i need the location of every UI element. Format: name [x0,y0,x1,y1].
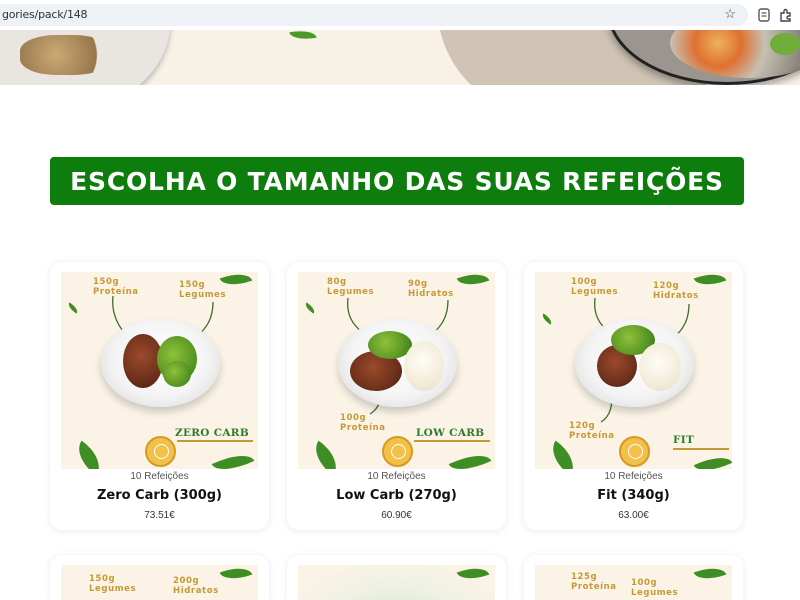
product-image[interactable]: 100g Legumes 120g Hidratos 120g Proteína FI… [535,272,732,469]
product-card[interactable] [287,555,506,600]
section-title: ESCOLHA O TAMANHO DAS SUAS REFEIÇÕES [70,166,724,196]
vegetables-label: 150g Legumes [179,280,227,300]
protein-label: 125g Proteína [571,572,617,592]
address-bar[interactable]: gories/pack/148 ☆ [0,4,748,26]
section-title-banner: ESCOLHA O TAMANHO DAS SUAS REFEIÇÕES [50,157,744,205]
product-image[interactable]: 150g Legumes 200g Hidratos [61,565,258,600]
product-name[interactable]: Zero Carb (300g) [50,488,269,503]
vegetables-label: 100g Legumes [571,277,619,297]
url-text[interactable]: gories/pack/148 [2,8,88,21]
brand-seal-icon [619,436,650,467]
leaf-decoration [70,440,108,469]
star-icon[interactable]: ☆ [724,6,736,22]
product-card[interactable]: 125g Proteína 100g Legumes [524,555,743,600]
product-price: 60.90€ [381,510,412,521]
product-image[interactable] [298,565,495,600]
leaf-decoration [456,272,490,291]
leaf-decoration [66,302,80,314]
image-brand-label: FIT [673,434,695,446]
product-name[interactable]: Low Carb (270g) [287,488,506,503]
leaf-decoration [544,440,582,469]
meal-count: 10 Refeições [130,471,189,482]
product-name[interactable]: Fit (340g) [524,488,743,503]
brand-seal-icon [382,436,413,467]
image-brand-label: ZERO CARB [175,427,250,439]
vegetables-label: 100g Legumes [631,578,679,598]
meal-count: 10 Refeições [367,471,426,482]
meal-plate [575,319,694,407]
product-card[interactable]: 150g Legumes 200g Hidratos [50,555,269,600]
product-card-fit[interactable]: 100g Legumes 120g Hidratos 120g Proteína FI… [524,262,743,530]
meal-plate [101,319,220,407]
extensions-icon[interactable] [778,7,794,23]
leaf-decoration [693,450,732,469]
reader-mode-icon[interactable] [756,7,772,23]
hero-banner [0,30,800,85]
carbs-label: 90g Hidratos [408,279,454,299]
product-price: 73.51€ [144,510,175,521]
leaf-decoration [211,447,255,469]
leaf-decoration [289,30,317,43]
carbs-label: 200g Hidratos [173,576,219,596]
product-price: 63.00€ [618,510,649,521]
vegetables-label: 80g Legumes [327,277,375,297]
image-brand-label: LOW CARB [416,427,485,439]
carbs-label: 120g Hidratos [653,281,699,301]
product-image[interactable]: 150g Proteína 150g Legumes ZERO CARB [61,272,258,469]
meal-plate [338,319,457,407]
hero-plate-image [0,30,170,85]
product-card-zero-carb[interactable]: 150g Proteína 150g Legumes ZERO CARB 10 Re… [50,262,269,530]
leaf-decoration [307,440,345,469]
product-card-low-carb[interactable]: 80g Legumes 90g Hidratos 100g Proteína LOW … [287,262,506,530]
vegetables-label: 150g Legumes [89,574,137,594]
leaf-decoration [219,565,253,585]
product-image[interactable]: 80g Legumes 90g Hidratos 100g Proteína LOW … [298,272,495,469]
leaf-decoration [303,302,317,314]
brand-seal-icon [145,436,176,467]
leaf-decoration [456,565,490,585]
meal-count: 10 Refeições [604,471,663,482]
product-image[interactable]: 125g Proteína 100g Legumes [535,565,732,600]
leaf-decoration [448,447,492,469]
leaf-decoration [693,565,727,585]
leaf-decoration [540,313,554,325]
browser-toolbar: gories/pack/148 ☆ [0,0,800,30]
